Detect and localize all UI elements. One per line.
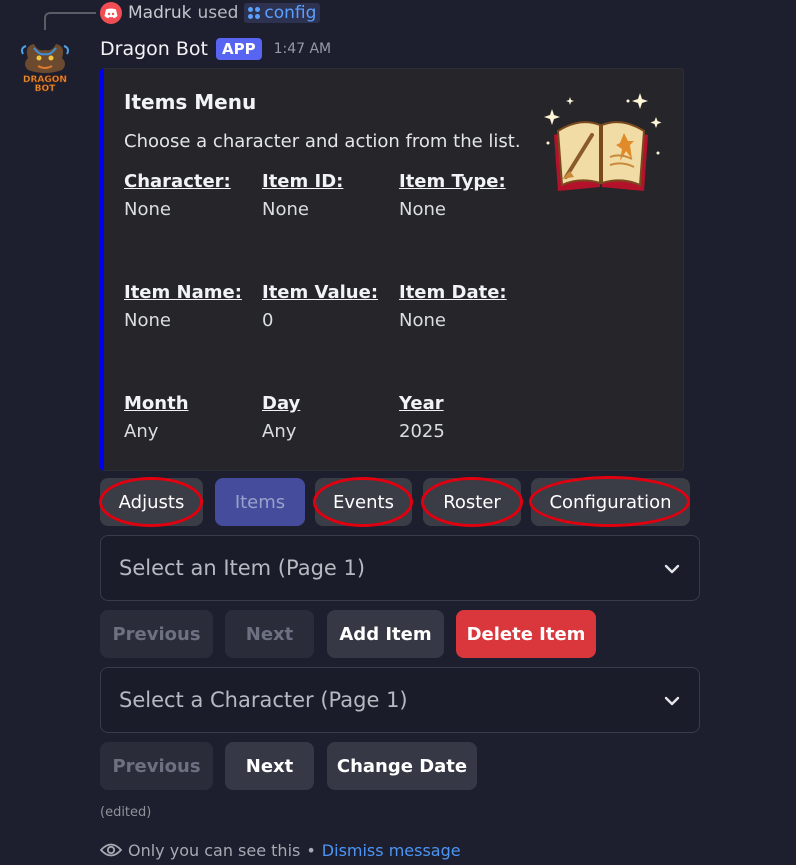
discord-message: Madruk used config DRAGON BOT Dragon Bot… [0,0,796,865]
field-name: Character: [124,171,231,192]
field-year: Year 2025 [399,393,529,442]
field-value: 2025 [399,421,445,442]
dismiss-message-link[interactable]: Dismiss message [322,841,461,860]
button-label: Change Date [336,755,468,777]
field-item-type: Item Type: None [399,171,529,220]
button-label: Previous [112,755,201,777]
field-character: Character: None [124,171,254,220]
field-value: None [124,199,171,220]
character-previous-button[interactable]: Previous [100,742,213,790]
field-value: Any [124,421,159,442]
button-label: Next [245,755,294,777]
button-label: Next [245,623,294,645]
field-name: Item ID: [262,171,344,192]
configuration-button[interactable]: Configuration [531,478,690,526]
field-value: 0 [262,310,274,331]
discord-icon[interactable] [100,2,122,24]
command-name: config [264,3,317,23]
field-name: Year [399,393,444,414]
item-previous-button[interactable]: Previous [100,610,213,658]
button-label: Previous [112,623,201,645]
bot-username[interactable]: Dragon Bot [100,38,208,60]
field-name: Item Name: [124,282,242,303]
chevron-down-icon [664,564,680,574]
button-label: Items [234,491,286,513]
items-menu-embed: Items Menu Choose a character and action… [100,68,684,471]
field-name: Day [262,393,301,414]
bot-avatar[interactable]: DRAGON BOT [20,38,70,96]
button-label: Add Item [339,623,432,645]
reply-username[interactable]: Madruk [128,3,191,23]
field-name: Month [124,393,189,414]
field-item-id: Item ID: None [262,171,392,220]
app-badge: APP [215,38,262,60]
field-value: None [124,310,171,331]
ephemeral-text: Only you can see this [128,840,301,860]
field-name: Item Value: [262,282,379,303]
reply-spine [44,12,96,30]
change-date-button[interactable]: Change Date [327,742,477,790]
ephemeral-notice: Only you can see this • Dismiss message [100,838,461,862]
edited-label: (edited) [100,805,152,820]
field-value: None [262,199,309,220]
eye-icon [100,843,122,857]
field-value: Any [262,421,297,442]
slash-command-chip[interactable]: config [244,3,321,23]
app-command-icon [248,7,261,19]
message-timestamp[interactable]: 1:47 AM [274,41,332,57]
button-label: Adjusts [118,491,185,513]
character-select-dropdown[interactable]: Select a Character (Page 1) [100,667,700,733]
button-label: Configuration [549,491,672,513]
field-name: Item Date: [399,282,507,303]
field-item-value: Item Value: 0 [262,282,392,331]
reply-used-text: used [197,3,239,23]
field-item-date: Item Date: None [399,282,529,331]
separator-dot: • [306,840,316,860]
field-item-name: Item Name: None [124,282,254,331]
item-next-button[interactable]: Next [225,610,314,658]
delete-item-button[interactable]: Delete Item [456,610,596,658]
spellbook-thumbnail-icon[interactable] [540,87,664,191]
events-button[interactable]: Events [315,478,412,526]
svg-text:BOT: BOT [35,84,57,94]
chevron-down-icon [664,696,680,706]
button-label: Roster [443,491,501,513]
items-button[interactable]: Items [215,478,305,526]
field-value: None [399,199,446,220]
field-day: Day Any [262,393,392,442]
button-label: Events [333,491,394,513]
button-label: Delete Item [466,623,586,645]
command-reply-header: Madruk used config [100,1,321,25]
field-value: None [399,310,446,331]
embed-description: Choose a character and action from the l… [124,131,521,152]
item-select-dropdown[interactable]: Select an Item (Page 1) [100,535,700,601]
roster-button[interactable]: Roster [423,478,521,526]
field-name: Item Type: [399,171,506,192]
field-month: Month Any [124,393,254,442]
character-next-button[interactable]: Next [225,742,314,790]
select-placeholder: Select a Character (Page 1) [119,688,408,712]
adjusts-button[interactable]: Adjusts [100,478,203,526]
select-placeholder: Select an Item (Page 1) [119,556,366,580]
embed-title: Items Menu [124,90,257,114]
add-item-button[interactable]: Add Item [327,610,444,658]
message-header: Dragon Bot APP 1:47 AM [100,36,331,62]
